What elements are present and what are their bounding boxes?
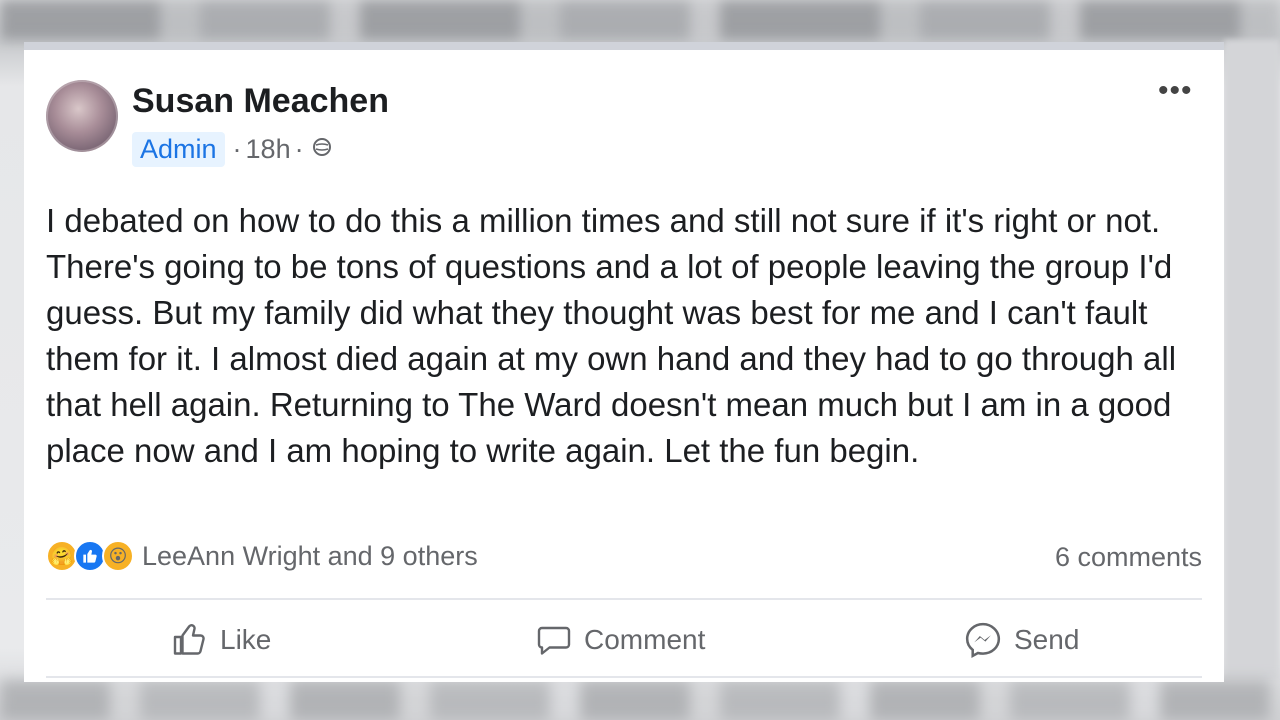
action-bar: Like Comment Send (46, 610, 1202, 670)
audience-icon[interactable] (312, 137, 332, 163)
comment-button[interactable]: Comment (536, 610, 705, 670)
post-card: Susan Meachen Admin · 18h · ••• I debate… (24, 42, 1224, 682)
comment-icon (536, 622, 572, 658)
avatar[interactable] (46, 80, 118, 152)
more-options-button[interactable]: ••• (1158, 74, 1193, 108)
author-name[interactable]: Susan Meachen (132, 82, 389, 121)
messenger-icon (964, 621, 1002, 659)
blurred-background-top (0, 0, 1280, 40)
post-time[interactable]: 18h (246, 134, 291, 165)
admin-badge[interactable]: Admin (132, 132, 225, 167)
reactions-text[interactable]: LeeAnn Wright and 9 others (142, 541, 478, 572)
comment-label: Comment (584, 624, 706, 655)
divider (46, 598, 1202, 600)
meta-separator: · (232, 134, 242, 164)
divider (46, 676, 1202, 678)
reactions-summary[interactable]: 🤗 😮 LeeAnn Wright and 9 others (46, 540, 478, 572)
send-label: Send (1014, 624, 1080, 655)
comments-count[interactable]: 6 comments (1055, 542, 1202, 573)
like-label: Like (220, 624, 272, 655)
post-text: I debated on how to do this a million ti… (46, 202, 1177, 469)
like-button[interactable]: Like (172, 610, 271, 670)
send-button[interactable]: Send (964, 610, 1079, 670)
thumbs-up-icon (172, 622, 208, 658)
blurred-background-right (1224, 40, 1280, 680)
wow-reaction-icon: 😮 (102, 540, 134, 572)
post-meta: Admin · 18h · (132, 132, 332, 167)
meta-separator: · (294, 134, 304, 164)
blurred-background-bottom (0, 680, 1280, 720)
